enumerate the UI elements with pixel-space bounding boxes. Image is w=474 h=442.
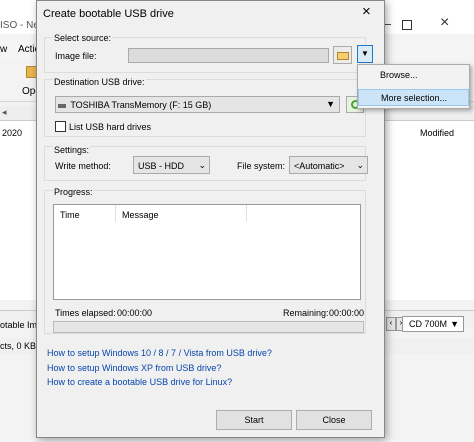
image-file-label: Image file: (55, 51, 97, 61)
usb-drive-icon (58, 103, 66, 108)
progress-bar (53, 321, 364, 333)
chevron-down-icon: ⌄ (356, 160, 364, 170)
column-header-time[interactable]: Time (60, 210, 80, 220)
disc-size-value: CD 700M (409, 319, 448, 329)
column-divider[interactable] (115, 205, 116, 222)
column-header-modified[interactable]: Modified (420, 128, 454, 138)
file-system-value: <Automatic> (294, 161, 345, 171)
image-source-popup-menu: Browse... More selection... (357, 64, 470, 109)
chevron-down-icon: ▼ (326, 99, 335, 109)
progress-label: Progress: (53, 187, 94, 197)
settings-label: Settings: (53, 145, 91, 155)
image-source-dropdown-button[interactable]: ▼ (357, 45, 373, 63)
destination-usb-label: Destination USB drive: (53, 77, 146, 87)
link-bootable-linux[interactable]: How to create a bootable USB drive for L… (47, 377, 232, 387)
browse-image-button[interactable] (333, 46, 352, 64)
write-method-value: USB - HDD (138, 161, 185, 171)
file-list-date: 2020 (2, 128, 23, 138)
remaining-label: Remaining: (283, 308, 329, 318)
usb-drive-value: TOSHIBA TransMemory (F: 15 GB) (70, 100, 212, 110)
progress-log-table[interactable]: Time Message (53, 204, 361, 300)
times-elapsed-label: Times elapsed: (55, 308, 116, 318)
list-usb-hard-drives-label[interactable]: List USB hard drives (69, 122, 151, 132)
dialog-close-icon[interactable]: × (362, 3, 371, 20)
menu-item-more-selection[interactable]: More selection... (358, 89, 469, 106)
scroll-left-button[interactable]: ‹ (386, 317, 396, 331)
usb-drive-select[interactable]: TOSHIBA TransMemory (F: 15 GB) ▼ (55, 96, 340, 113)
image-file-input[interactable] (128, 48, 329, 63)
background-window-title: ISO - Ne (0, 20, 39, 31)
menu-item-browse[interactable]: Browse... (358, 68, 469, 85)
back-arrow-icon[interactable]: ◂ (2, 107, 7, 118)
maximize-icon[interactable] (402, 20, 412, 30)
link-setup-windows-xp[interactable]: How to setup Windows XP from USB drive? (47, 363, 221, 373)
folder-icon (337, 52, 349, 60)
dialog-title: Create bootable USB drive (43, 8, 174, 20)
window-close-icon[interactable]: × (440, 14, 449, 32)
select-source-label: Select source: (53, 33, 113, 43)
menu-item-view[interactable]: w (0, 44, 7, 55)
start-button[interactable]: Start (216, 410, 292, 430)
create-bootable-usb-dialog: Create bootable USB drive × Select sourc… (36, 0, 385, 438)
column-divider[interactable] (246, 205, 247, 222)
file-system-label: File system: (237, 161, 286, 171)
remaining-value: 00:00:00 (329, 308, 365, 318)
write-method-label: Write method: (55, 161, 111, 171)
times-elapsed-value: 00:00:00 (117, 308, 153, 318)
file-system-select[interactable]: <Automatic> ⌄ (289, 156, 368, 174)
column-header-message[interactable]: Message (122, 210, 159, 220)
list-usb-hard-drives-checkbox[interactable] (55, 121, 66, 132)
chevron-down-icon: ▼ (450, 319, 459, 329)
link-setup-windows-10[interactable]: How to setup Windows 10 / 8 / 7 / Vista … (47, 348, 272, 358)
write-method-select[interactable]: USB - HDD ⌄ (133, 156, 210, 174)
chevron-down-icon: ▼ (361, 49, 369, 58)
chevron-down-icon: ⌄ (198, 160, 206, 170)
disc-size-select[interactable]: CD 700M ▼ (402, 316, 464, 332)
close-button[interactable]: Close (296, 410, 372, 430)
